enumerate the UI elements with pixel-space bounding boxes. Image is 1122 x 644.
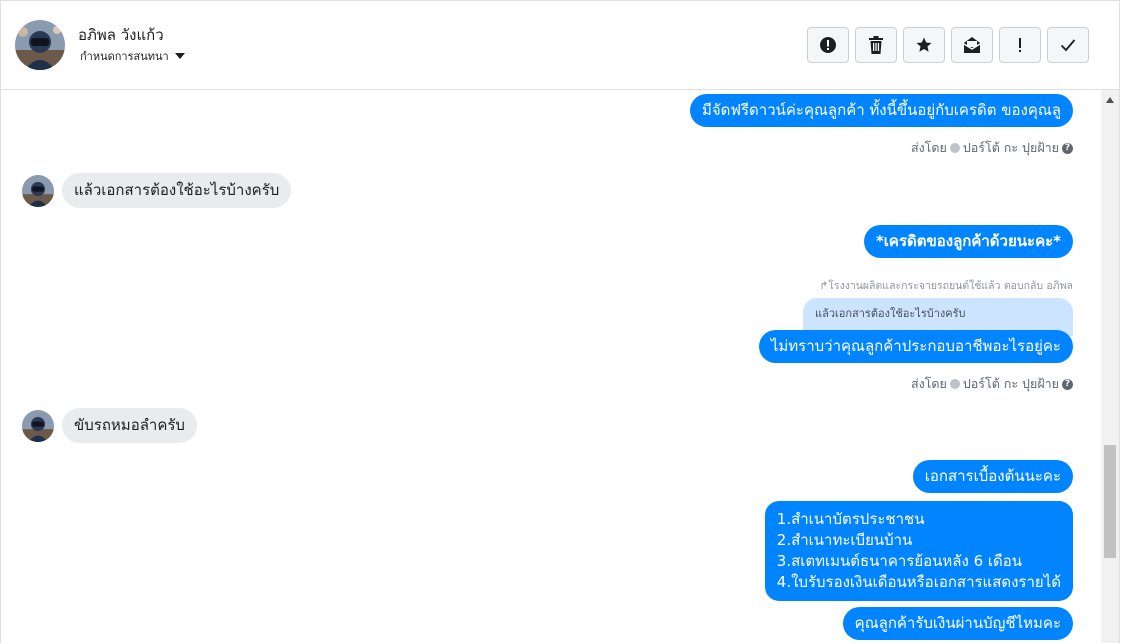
conversation-setting-dropdown[interactable]: กำหนดการสนทนา xyxy=(80,47,185,65)
mark-unread-button[interactable] xyxy=(951,27,993,63)
done-icon xyxy=(1060,39,1076,52)
outgoing-message[interactable]: *เครดิตของลูกค้าด้วยนะคะ* xyxy=(863,225,1073,258)
outgoing-message[interactable]: เอกสารเบื้องต้นนะคะ xyxy=(912,460,1073,493)
outgoing-message-list[interactable]: 1.สำเนาบัตรประชาชน 2.สำเนาทะเบียนบ้าน 3.… xyxy=(764,501,1073,601)
conversation-setting-label: กำหนดการสนทนา xyxy=(80,50,169,63)
sent-by-name[interactable]: ปอร์โต้ กะ ปุยฝ้าย xyxy=(963,138,1059,158)
incoming-message-row: แล้วเอกสารต้องใช้อะไรบ้างครับ xyxy=(22,173,292,208)
delete-button[interactable] xyxy=(855,27,897,63)
important-button[interactable] xyxy=(999,27,1041,63)
star-button[interactable] xyxy=(903,27,945,63)
caret-down-icon xyxy=(174,53,185,59)
incoming-message[interactable]: ขับรถหมอลำครับ xyxy=(62,408,197,443)
contact-avatar[interactable] xyxy=(15,20,65,70)
contact-avatar-small[interactable] xyxy=(22,174,54,207)
inbox-conversation-panel: อภิพล วังแก้ว กำหนดการสนทนา มีจัดฟรีดาวน… xyxy=(0,0,1120,643)
report-icon xyxy=(820,37,836,53)
contact-avatar-small[interactable] xyxy=(22,409,54,442)
star-icon xyxy=(916,37,932,52)
scroll-thumb[interactable] xyxy=(1104,445,1116,558)
outgoing-message[interactable]: มีจัดฟรีดาวน์ค่ะคุณลูกค้า ทั้งนี้ขึ้นอยู… xyxy=(689,94,1073,127)
done-button[interactable] xyxy=(1047,27,1089,63)
sent-by-prefix: ส่งโดย xyxy=(910,140,947,155)
scroll-up-icon[interactable] xyxy=(1106,97,1114,103)
incoming-message-row: ขับรถหมอลำครับ xyxy=(22,408,197,443)
contact-name[interactable]: อภิพล วังแก้ว xyxy=(78,23,164,47)
help-icon[interactable]: ? xyxy=(1062,378,1073,390)
page-badge-icon xyxy=(949,143,960,153)
thread-scrollbar[interactable] xyxy=(1101,90,1119,643)
incoming-message[interactable]: แล้วเอกสารต้องใช้อะไรบ้างครับ xyxy=(62,173,292,208)
reply-meta: ↱โรงงานผลิตและกระจายรถยนต์ใช้แล้ว ตอบกลั… xyxy=(819,277,1073,294)
sent-by-info: ส่งโดย ปอร์โต้ กะ ปุยฝ้าย ? xyxy=(911,138,1073,158)
trash-icon xyxy=(869,36,883,54)
message-thread[interactable]: มีจัดฟรีดาวน์ค่ะคุณลูกค้า ทั้งนี้ขึ้นอยู… xyxy=(1,90,1101,643)
reply-meta-text: โรงงานผลิตและกระจายรถยนต์ใช้แล้ว ตอบกลับ… xyxy=(828,280,1073,292)
outgoing-message[interactable]: ไม่ทราบว่าคุณลูกค้าประกอบอาชีพอะไรอยู่คะ xyxy=(758,330,1073,363)
outgoing-message[interactable]: คุณลูกค้ารับเงินผ่านบัญชีไหมคะ xyxy=(842,607,1073,640)
page-badge-icon xyxy=(949,379,960,389)
report-button[interactable] xyxy=(807,27,849,63)
conversation-header: อภิพล วังแก้ว กำหนดการสนทนา xyxy=(1,1,1119,90)
help-icon[interactable]: ? xyxy=(1062,142,1073,154)
reply-arrow-icon: ↱ xyxy=(819,280,829,292)
conversation-actions xyxy=(807,27,1089,63)
sent-by-name[interactable]: ปอร์โต้ กะ ปุยฝ้าย xyxy=(963,374,1059,394)
sent-by-info: ส่งโดย ปอร์โต้ กะ ปุยฝ้าย ? xyxy=(911,374,1073,394)
important-icon xyxy=(1019,38,1021,52)
mark-unread-icon xyxy=(963,37,981,53)
sent-by-prefix: ส่งโดย xyxy=(910,376,947,391)
